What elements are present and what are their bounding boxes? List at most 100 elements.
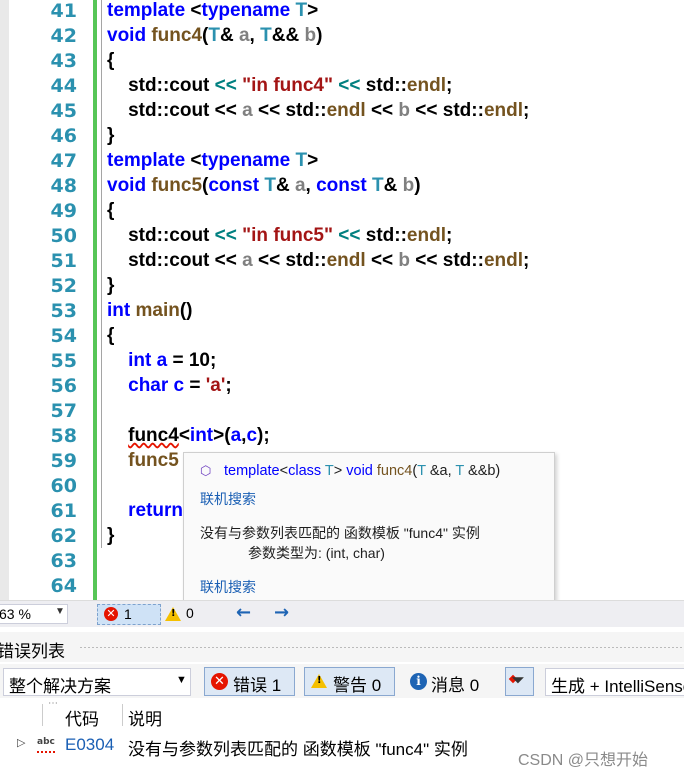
- online-search-link-2[interactable]: 联机搜索: [200, 577, 256, 597]
- code-token: b: [398, 250, 411, 271]
- code-line[interactable]: 45 std::cout << a << std::endl << b << s…: [0, 100, 684, 125]
- expand-arrow-icon[interactable]: ▷: [17, 736, 25, 749]
- quick-info-tooltip: ⬡ template<class T> void func4(T &a, T &…: [183, 452, 555, 600]
- code-line[interactable]: 50 std::cout << "in func5" << std::endl;: [0, 225, 684, 250]
- code-line[interactable]: 49 {: [0, 200, 684, 225]
- code-line[interactable]: 44 std::cout << "in func4" << std::endl;: [0, 75, 684, 100]
- error-indicator-button[interactable]: ✕ 1: [97, 604, 161, 625]
- code-editor[interactable]: 41 template <typename T> 42 void func4(T& a…: [0, 0, 684, 600]
- code-token: func4: [151, 25, 203, 46]
- code-token: ;: [210, 350, 217, 371]
- code-token: endl: [406, 225, 446, 246]
- error-icon: ✕: [104, 607, 118, 621]
- code-line[interactable]: 46}: [0, 125, 684, 150]
- sig-kw-class: class: [288, 463, 322, 479]
- line-code: void func4(T& a, T&& b): [107, 25, 322, 47]
- code-line[interactable]: 56 char c = 'a';: [0, 375, 684, 400]
- previous-issue-arrow-icon[interactable]: ←: [236, 602, 251, 623]
- line-code: std::cout << "in func4" << std::endl;: [107, 75, 452, 97]
- warning-icon: !: [311, 674, 327, 688]
- line-number: 43: [50, 50, 77, 72]
- code-token: <<: [338, 225, 361, 246]
- template-icon: ⬡: [200, 463, 212, 478]
- errors-filter-button[interactable]: ✕ 错误 1: [204, 667, 295, 696]
- line-number: 55: [50, 350, 77, 372]
- code-token: >: [307, 0, 319, 21]
- column-divider[interactable]: [42, 704, 43, 726]
- code-token: T: [372, 175, 384, 196]
- line-code: template <typename T>: [107, 0, 318, 22]
- code-token: std::cout <<: [107, 100, 243, 121]
- scope-dropdown[interactable]: 整个解决方案 ▼: [3, 668, 191, 696]
- line-number: 49: [50, 200, 77, 222]
- code-token: << std::: [410, 100, 484, 121]
- error-description: 没有与参数列表匹配的 函数模板 "func4" 实例: [128, 740, 468, 759]
- code-token: c: [173, 375, 185, 396]
- build-source-dropdown[interactable]: 生成 + IntelliSense: [545, 668, 684, 696]
- code-line[interactable]: 58 func4<int>(a,c);: [0, 425, 684, 450]
- code-line[interactable]: 52}: [0, 275, 684, 300]
- code-line[interactable]: 55 int a = 10;: [0, 350, 684, 375]
- code-line[interactable]: 42 void func4(T& a, T&& b): [0, 25, 684, 50]
- line-code: {: [107, 325, 114, 347]
- code-token: typename: [201, 0, 291, 21]
- code-token: {: [107, 200, 115, 221]
- next-issue-arrow-icon[interactable]: →: [274, 602, 289, 623]
- line-number: 45: [50, 100, 77, 122]
- editor-status-strip: 63 % ▼ ✕ 1 ! 0 ← →: [0, 600, 684, 627]
- line-number: 58: [50, 425, 77, 447]
- code-token: "in func5": [242, 225, 333, 246]
- code-line[interactable]: 43 {: [0, 50, 684, 75]
- column-header-description[interactable]: 说明: [128, 705, 162, 730]
- panel-title: 错误列表: [0, 642, 65, 661]
- error-code[interactable]: E0304: [65, 735, 114, 755]
- warning-icon[interactable]: !: [165, 607, 181, 621]
- code-line[interactable]: 48 void func5(const T& a, const T& b): [0, 175, 684, 200]
- line-number: 41: [50, 0, 77, 22]
- filter-toggle-button[interactable]: ⏷: [505, 667, 534, 696]
- code-line[interactable]: 53 int main(): [0, 300, 684, 325]
- messages-filter-button[interactable]: i 消息 0: [402, 667, 496, 696]
- code-token: ;: [445, 75, 453, 96]
- tooltip-error-message: 没有与参数列表匹配的 函数模板 "func4" 实例: [200, 525, 480, 541]
- line-code: func4<int>(a,c);: [107, 425, 270, 447]
- code-token: int: [189, 425, 214, 446]
- line-code: int a = 10;: [107, 350, 216, 372]
- column-header-code[interactable]: 代码: [65, 705, 99, 730]
- sig-tparam: T: [321, 463, 334, 479]
- line-number: 52: [50, 275, 77, 297]
- messages-filter-label: 消息 0: [431, 676, 480, 695]
- code-token: endl: [483, 100, 523, 121]
- code-line[interactable]: 57: [0, 400, 684, 425]
- scope-value: 整个解决方案: [9, 677, 111, 696]
- line-number: 54: [50, 325, 77, 347]
- code-token: >(: [213, 425, 231, 446]
- code-token: endl: [326, 250, 366, 271]
- line-code: }: [107, 525, 114, 547]
- code-token: &: [275, 175, 295, 196]
- code-line[interactable]: 47 template <typename T>: [0, 150, 684, 175]
- code-token: &&: [271, 25, 305, 46]
- warnings-filter-button[interactable]: ! 警告 0: [304, 667, 395, 696]
- line-number: 59: [50, 450, 77, 472]
- code-token: (): [179, 300, 193, 321]
- zoom-dropdown[interactable]: 63 % ▼: [0, 604, 68, 624]
- column-divider[interactable]: [122, 704, 123, 726]
- code-line[interactable]: 41 template <typename T>: [0, 0, 684, 25]
- code-token: a: [242, 100, 253, 121]
- line-number: 53: [50, 300, 77, 322]
- code-token: "in func4": [242, 75, 333, 96]
- code-token: b: [402, 175, 415, 196]
- code-token: void: [107, 175, 147, 196]
- code-token: <<: [365, 250, 399, 271]
- code-token: std::: [360, 75, 407, 96]
- line-number: 56: [50, 375, 77, 397]
- chevron-down-icon: ▼: [55, 606, 65, 617]
- line-number: 51: [50, 250, 77, 272]
- online-search-link[interactable]: 联机搜索: [200, 489, 256, 509]
- code-line[interactable]: 51 std::cout << a << std::endl << b << s…: [0, 250, 684, 275]
- code-line[interactable]: 54 {: [0, 325, 684, 350]
- code-token: int: [128, 350, 152, 371]
- code-token: ;: [225, 375, 232, 396]
- funnel-icon: ⏷: [512, 671, 525, 689]
